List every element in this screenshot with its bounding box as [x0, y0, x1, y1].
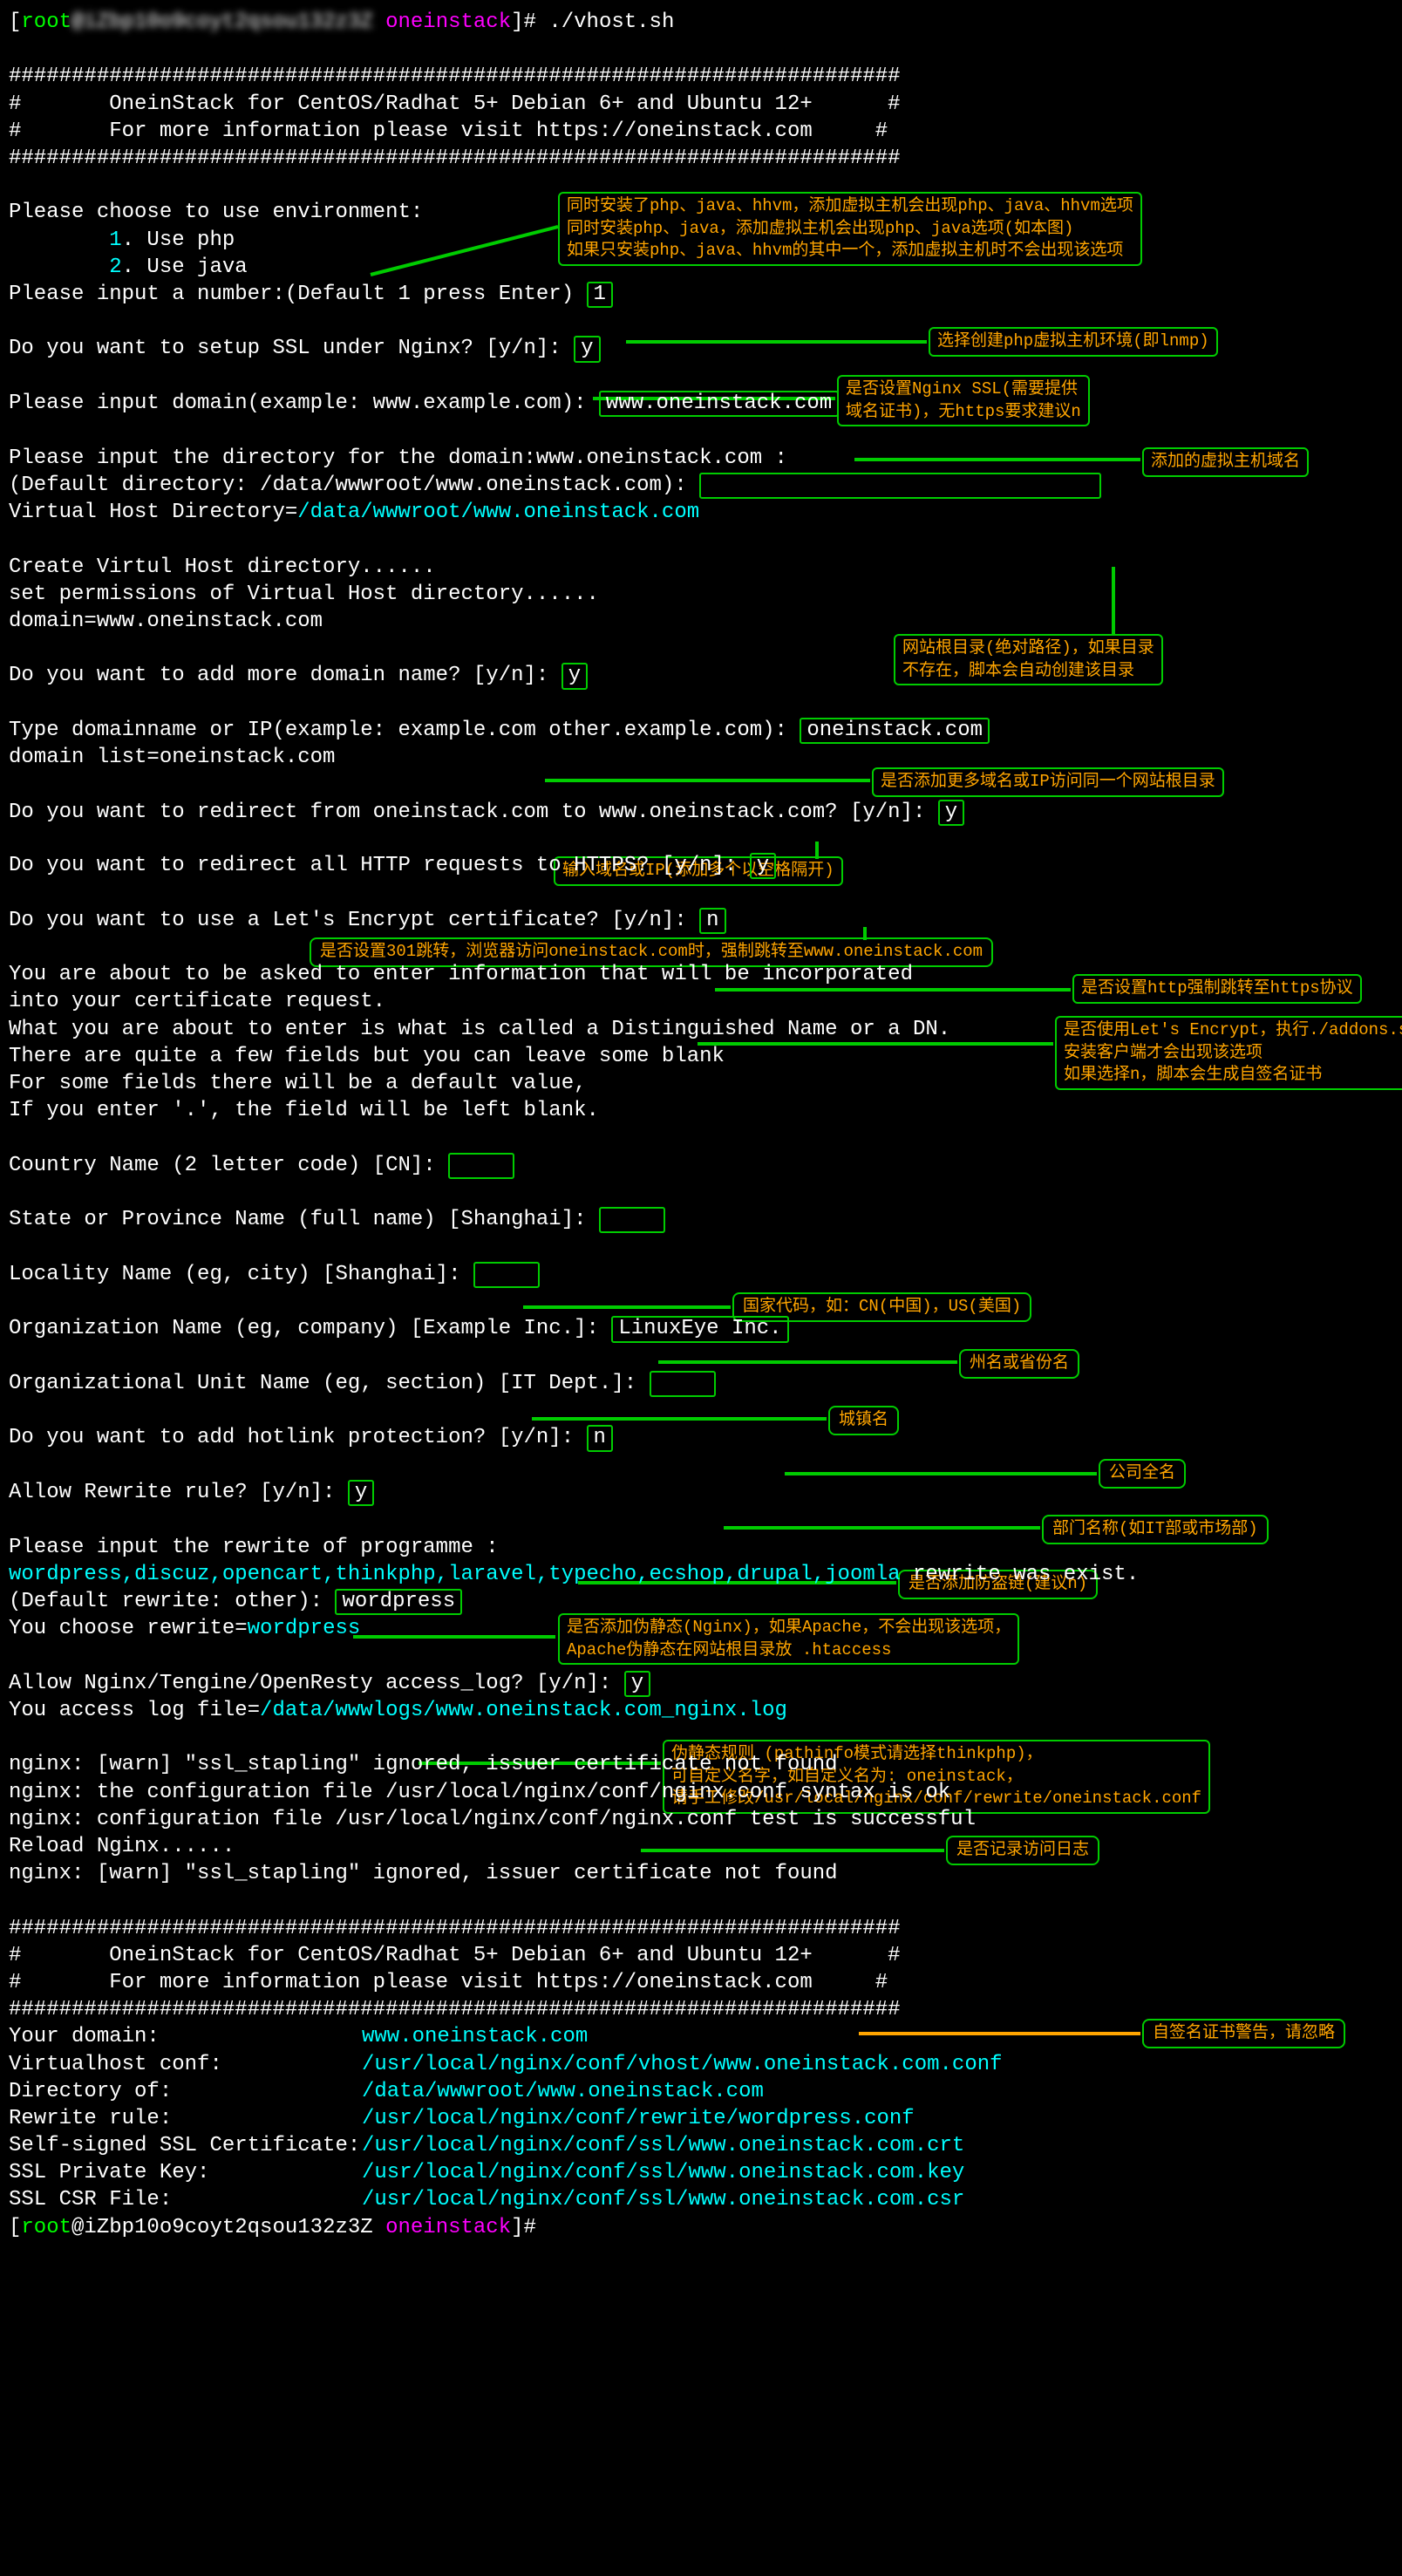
- create-l1: Create Virtul Host directory......: [9, 554, 1393, 581]
- cert-l1: You are about to be asked to enter infor…: [9, 961, 1393, 988]
- hash: ########################################…: [9, 145, 1393, 172]
- moredomain-v: y: [561, 663, 588, 689]
- banner2: # For more information please visit http…: [9, 1969, 1393, 1996]
- rewrite-p1: Please input the rewrite of programme :: [9, 1534, 1393, 1561]
- env-choose: Please choose to use environment:: [9, 199, 1393, 226]
- dir-l2[interactable]: (Default directory: /data/wwwroot/www.on…: [9, 472, 1393, 499]
- redir-v1: y: [938, 800, 964, 826]
- dn-cn[interactable]: Country Name (2 letter code) [CN]:: [9, 1152, 1393, 1179]
- cert-l2: into your certificate request.: [9, 988, 1393, 1015]
- prompt-bottom[interactable]: [root@iZbp10o9coyt2qsou132z3Z oneinstack…: [9, 2214, 1393, 2241]
- summary-4: Rewrite rule:/usr/local/nginx/conf/rewri…: [9, 2105, 1393, 2132]
- cert-l5: For some fields there will be a default …: [9, 1070, 1393, 1097]
- banner2: # For more information please visit http…: [9, 118, 1393, 145]
- dn-ou[interactable]: Organizational Unit Name (eg, section) […: [9, 1370, 1393, 1397]
- redir-q1[interactable]: Do you want to redirect from oneinstack.…: [9, 799, 1393, 826]
- env-opt1: 1. Use php: [9, 227, 1393, 254]
- dn-st-v: [599, 1207, 665, 1233]
- rewrite-d1-v: wordpress: [335, 1589, 462, 1615]
- hotlink-q[interactable]: Do you want to add hotlink protection? […: [9, 1424, 1393, 1451]
- banner1: # OneinStack for CentOS/Radhat 5+ Debian…: [9, 91, 1393, 118]
- ssl-input: y: [574, 336, 600, 362]
- domain-list: domain list=oneinstack.com: [9, 744, 1393, 771]
- type-domain-input: oneinstack.com: [800, 718, 990, 744]
- dn-cn-v: [448, 1153, 514, 1179]
- env-opt2: 2. Use java: [9, 254, 1393, 281]
- nginx-l1: nginx: [warn] "ssl_stapling" ignored, is…: [9, 1751, 1393, 1778]
- summary-1: Your domain:www.oneinstack.com: [9, 2023, 1393, 2050]
- cert-l6: If you enter '.', the field will be left…: [9, 1097, 1393, 1124]
- summary-7: SSL CSR File:/usr/local/nginx/conf/ssl/w…: [9, 2186, 1393, 2213]
- hash: ########################################…: [9, 1996, 1393, 2023]
- dn-org-v: LinuxEye Inc.: [611, 1316, 788, 1342]
- hash: ########################################…: [9, 63, 1393, 90]
- le-v: n: [699, 908, 725, 934]
- accesslog-q[interactable]: Allow Nginx/Tengine/OpenResty access_log…: [9, 1670, 1393, 1697]
- rewrite-d2: You choose rewrite=wordpress: [9, 1615, 1393, 1642]
- dir-input: [699, 473, 1101, 499]
- summary-3: Directory of:/data/wwwroot/www.oneinstac…: [9, 2078, 1393, 2105]
- dn-org[interactable]: Organization Name (eg, company) [Example…: [9, 1315, 1393, 1342]
- redir-q2[interactable]: Do you want to redirect all HTTP request…: [9, 852, 1393, 879]
- cert-l4: There are quite a few fields but you can…: [9, 1043, 1393, 1070]
- banner1: # OneinStack for CentOS/Radhat 5+ Debian…: [9, 1942, 1393, 1969]
- summary-6: SSL Private Key:/usr/local/nginx/conf/ss…: [9, 2159, 1393, 2186]
- type-domain[interactable]: Type domainname or IP(example: example.c…: [9, 717, 1393, 744]
- dn-loc[interactable]: Locality Name (eg, city) [Shanghai]:: [9, 1261, 1393, 1288]
- dn-st[interactable]: State or Province Name (full name) [Shan…: [9, 1206, 1393, 1233]
- rewrite-list: wordpress,discuz,opencart,thinkphp,larav…: [9, 1561, 1393, 1588]
- hotlink-v: n: [587, 1425, 613, 1451]
- rewrite-v: y: [348, 1480, 374, 1506]
- nginx-l5: nginx: [warn] "ssl_stapling" ignored, is…: [9, 1860, 1393, 1887]
- ssl-q[interactable]: Do you want to setup SSL under Nginx? [y…: [9, 335, 1393, 362]
- le-q[interactable]: Do you want to use a Let's Encrypt certi…: [9, 907, 1393, 934]
- domain-input: www.oneinstack.com: [599, 391, 839, 417]
- create-l2: set permissions of Virtual Host director…: [9, 581, 1393, 608]
- hash: ########################################…: [9, 1915, 1393, 1942]
- accesslog-l2: You access log file=/data/wwwlogs/www.on…: [9, 1697, 1393, 1724]
- nginx-l3: nginx: configuration file /usr/local/ngi…: [9, 1806, 1393, 1833]
- moredomain-q[interactable]: Do you want to add more domain name? [y/…: [9, 662, 1393, 689]
- dn-loc-v: [473, 1262, 540, 1288]
- redir-v2: y: [750, 853, 776, 879]
- domain-q[interactable]: Please input domain(example: www.example…: [9, 390, 1393, 417]
- nginx-l4: Reload Nginx......: [9, 1833, 1393, 1860]
- prompt-top: [root@iZbp10o9coyt2qsou132z3Z oneinstack…: [9, 9, 1393, 36]
- dir-l1: Please input the directory for the domai…: [9, 445, 1393, 472]
- env-input[interactable]: Please input a number:(Default 1 press E…: [9, 281, 1393, 308]
- cert-l3: What you are about to enter is what is c…: [9, 1016, 1393, 1043]
- accesslog-v: y: [624, 1671, 650, 1697]
- dir-l3: Virtual Host Directory=/data/wwwroot/www…: [9, 499, 1393, 526]
- dn-ou-v: [650, 1371, 716, 1397]
- rewrite-q[interactable]: Allow Rewrite rule? [y/n]: y: [9, 1479, 1393, 1506]
- summary-2: Virtualhost conf:/usr/local/nginx/conf/v…: [9, 2051, 1393, 2078]
- rewrite-d1[interactable]: (Default rewrite: other): wordpress: [9, 1588, 1393, 1615]
- env-input-value: 1: [587, 282, 613, 308]
- create-l3: domain=www.oneinstack.com: [9, 608, 1393, 635]
- summary-5: Self-signed SSL Certificate:/usr/local/n…: [9, 2132, 1393, 2159]
- nginx-l2: nginx: the configuration file /usr/local…: [9, 1779, 1393, 1806]
